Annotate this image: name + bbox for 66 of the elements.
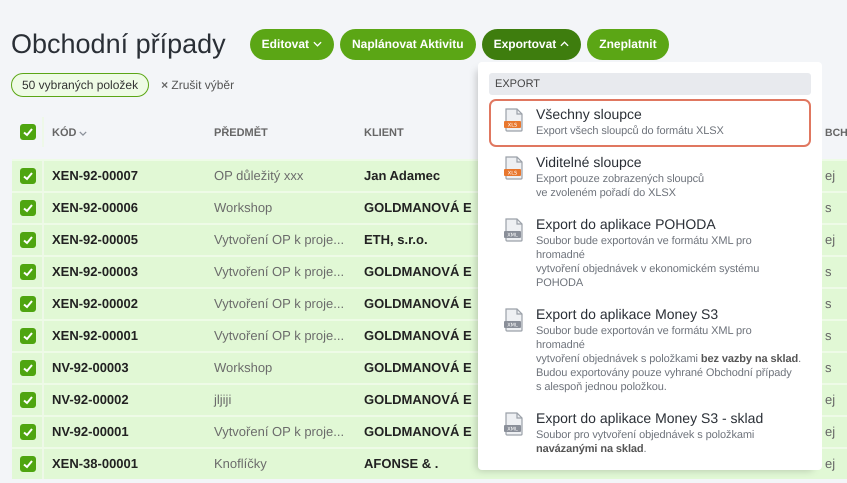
- caret-icon: [313, 41, 322, 47]
- table-cell: jljiji: [214, 392, 232, 407]
- table-cell: OP důležitý xxx: [214, 168, 304, 183]
- toolbar-button[interactable]: Exportovat: [482, 28, 582, 60]
- row-checkbox[interactable]: [20, 296, 36, 312]
- column-header[interactable]: KÓD: [52, 127, 88, 139]
- row-checkbox[interactable]: [20, 456, 36, 472]
- table-cell: Vytvoření OP k proje...: [214, 296, 344, 311]
- select-all-checkbox[interactable]: [20, 124, 36, 140]
- table-cell: s: [825, 264, 832, 279]
- table-cell: s: [825, 296, 832, 311]
- table-cell: Workshop: [214, 360, 272, 375]
- row-checkbox[interactable]: [20, 264, 36, 280]
- table-cell: Knoflíčky: [214, 456, 267, 471]
- table-cell: s: [825, 200, 832, 215]
- table-cell: ej: [825, 392, 836, 407]
- row-checkbox[interactable]: [20, 392, 36, 408]
- table-cell: XEN-92-00007: [52, 168, 138, 183]
- table-cell: Jan Adamec: [364, 168, 440, 183]
- table-cell: GOLDMANOVÁ E: [364, 264, 472, 279]
- toolbar-button[interactable]: Editovat: [250, 28, 334, 60]
- selection-count-chip: 50 vybraných položek: [11, 73, 150, 97]
- row-checkbox[interactable]: [20, 424, 36, 440]
- row-checkbox[interactable]: [20, 200, 36, 216]
- table-cell: ej: [825, 232, 836, 247]
- table-cell: XEN-92-00006: [52, 200, 138, 215]
- table-cell: XEN-92-00003: [52, 264, 138, 279]
- toolbar-button[interactable]: Naplánovat Aktivitu: [340, 28, 476, 60]
- table-cell: GOLDMANOVÁ E: [364, 424, 472, 439]
- table-cell: XEN-92-00002: [52, 296, 138, 311]
- toolbar-button[interactable]: Zneplatnit: [587, 28, 669, 60]
- table-cell: Vytvoření OP k proje...: [214, 424, 344, 439]
- row-checkbox[interactable]: [20, 168, 36, 184]
- column-header[interactable]: PŘEDMĚT: [214, 127, 268, 139]
- table-cell: Vytvoření OP k proje...: [214, 232, 344, 247]
- table-cell: ej: [825, 168, 836, 183]
- table-cell: NV-92-00003: [52, 360, 129, 375]
- table-cell: s: [825, 328, 832, 343]
- sort-caret-icon: [79, 130, 88, 136]
- table-cell: GOLDMANOVÁ E: [364, 200, 472, 215]
- table-cell: Vytvoření OP k proje...: [214, 328, 344, 343]
- table-cell: XEN-38-00001: [52, 456, 138, 471]
- table-cell: NV-92-00002: [52, 392, 129, 407]
- table-cell: ETH, s.r.o.: [364, 232, 428, 247]
- caret-icon: [560, 41, 570, 47]
- menu-section-header: EXPORT: [489, 73, 811, 95]
- table-cell: GOLDMANOVÁ E: [364, 392, 472, 407]
- table-cell: XEN-92-00005: [52, 232, 138, 247]
- column-header[interactable]: KLIENT: [364, 127, 404, 139]
- row-checkbox[interactable]: [20, 328, 36, 344]
- row-checkbox[interactable]: [20, 232, 36, 248]
- table-cell: GOLDMANOVÁ E: [364, 328, 472, 343]
- clear-selection-link[interactable]: × Zrušit výběr: [161, 78, 234, 92]
- table-cell: Vytvoření OP k proje...: [214, 264, 344, 279]
- table-cell: GOLDMANOVÁ E: [364, 360, 472, 375]
- table-cell: ej: [825, 456, 836, 471]
- table-cell: GOLDMANOVÁ E: [364, 296, 472, 311]
- table-cell: NV-92-00001: [52, 424, 129, 439]
- table-cell: AFONSE & .: [364, 456, 438, 471]
- table-cell: Workshop: [214, 200, 272, 215]
- page-title: Obchodní případy: [11, 28, 226, 60]
- column-header[interactable]: BCH: [825, 127, 847, 139]
- table-cell: XEN-92-00001: [52, 328, 138, 343]
- table-cell: s: [825, 360, 832, 375]
- table-cell: ej: [825, 424, 836, 439]
- row-checkbox[interactable]: [20, 360, 36, 376]
